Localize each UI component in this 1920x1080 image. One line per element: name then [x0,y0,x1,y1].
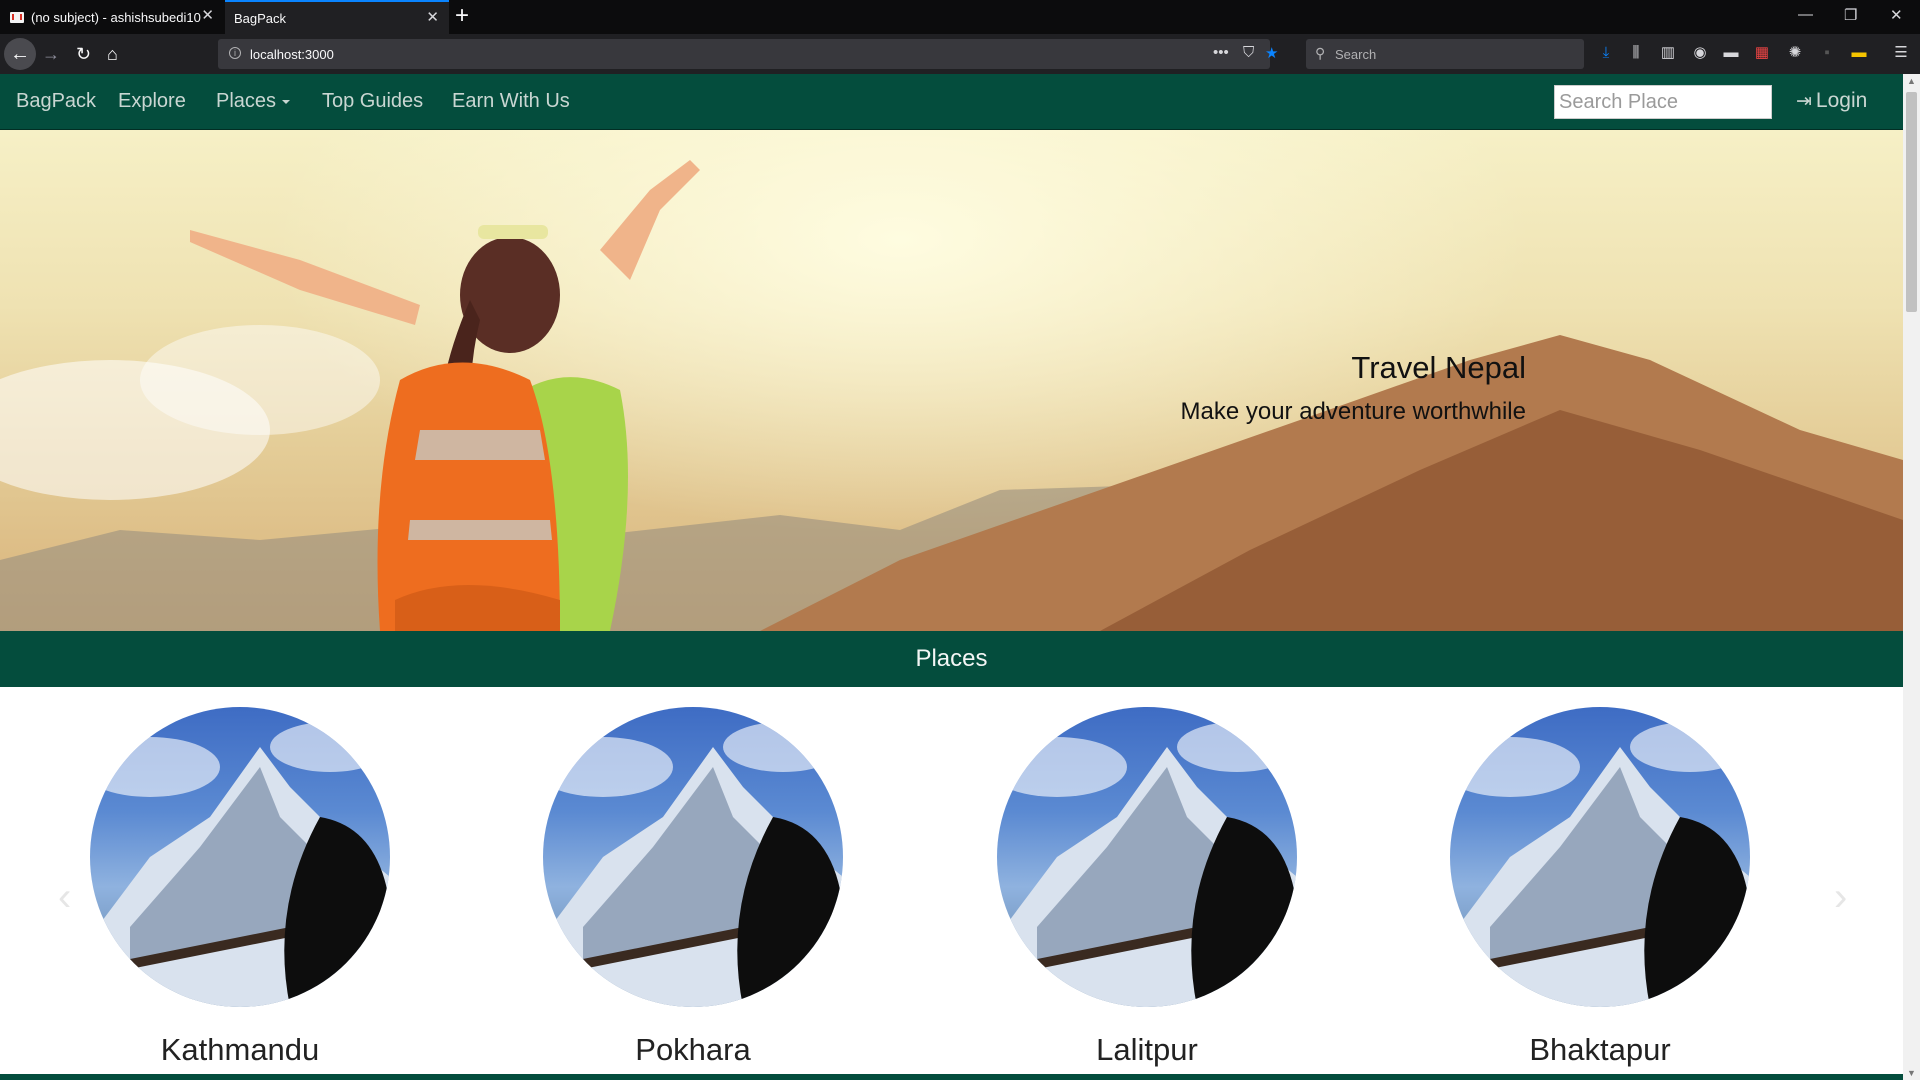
page-actions-icon[interactable]: ••• [1213,44,1229,61]
close-tab-icon[interactable]: ✕ [426,10,439,26]
minimize-icon[interactable]: — [1798,6,1813,23]
carousel-prev-icon[interactable]: ‹ [58,877,71,917]
pocket-icon[interactable]: ⛉ [1243,44,1254,61]
mountain-bridge-image [997,722,1297,1007]
place-name[interactable]: Pokhara [493,1032,893,1068]
place-image [543,707,843,1007]
sidebar-icon[interactable]: ▥ [1659,44,1677,62]
url-text: localhost:3000 [250,47,334,62]
url-bar[interactable]: i localhost:3000 ••• ⛉ ★ [218,39,1278,69]
site-navbar: BagPack Explore Places Top Guides Earn W… [0,74,1903,130]
scroll-down-icon[interactable]: ▼ [1907,1068,1916,1078]
page-scrollbar[interactable]: ▲ ▼ [1903,74,1920,1080]
browser-tab-bagpack[interactable]: BagPack ✕ [225,0,449,34]
scrollbar-thumb[interactable] [1906,92,1917,312]
section-divider [0,1074,1903,1080]
browser-tab-gmail[interactable]: (no subject) - ashishsubedi10@ ✕ [0,0,224,34]
login-icon: ⇥ [1796,91,1812,112]
library-icon[interactable]: ⫼ [1627,44,1645,62]
place-image [1450,707,1750,1007]
places-carousel: ‹ › Kathmandu Pokhara Lalitpur Bhaktapur [0,687,1903,1080]
home-icon[interactable]: ⌂ [107,42,118,66]
place-card-lalitpur[interactable]: Lalitpur [997,707,1297,1067]
nav-top-guides[interactable]: Top Guides [322,89,423,113]
caret-down-icon [282,99,291,104]
place-name[interactable]: Kathmandu [40,1032,440,1068]
search-icon: ⚲ [1315,45,1326,61]
scroll-up-icon[interactable]: ▲ [1907,76,1916,86]
page-viewport: BagPack Explore Places Top Guides Earn W… [0,74,1903,1080]
download-icon[interactable]: ⤓ [1597,44,1615,62]
mountain-bridge-image [543,722,843,1007]
new-tab-button[interactable]: + [455,3,469,29]
browser-tab-bar: (no subject) - ashishsubedi10@ ✕ BagPack… [0,0,1920,34]
nav-places-label: Places [216,90,277,112]
extension-icon[interactable]: ✺ [1786,44,1804,62]
menu-icon[interactable]: ☰ [1892,44,1910,62]
carousel-next-icon[interactable]: › [1834,877,1847,917]
search-place-input[interactable] [1554,85,1772,119]
place-image [90,707,390,1007]
nav-explore[interactable]: Explore [118,89,186,113]
brand-link[interactable]: BagPack [16,89,96,113]
tab-title: BagPack [234,10,287,26]
reload-icon[interactable]: ↻ [76,42,91,66]
tab-title: (no subject) - ashishsubedi10@ [31,9,201,25]
places-heading: Places [0,631,1903,687]
site-info-icon[interactable]: i [229,47,241,59]
back-arrow-icon[interactable]: ← [4,38,36,70]
extension-icon[interactable]: ▬ [1722,44,1740,62]
place-card-pokhara[interactable]: Pokhara [543,707,843,1067]
search-placeholder: Search [1335,47,1377,62]
forward-arrow-icon[interactable]: → [42,42,60,66]
place-name[interactable]: Bhaktapur [1400,1032,1800,1068]
extension-icon[interactable]: ▦ [1753,44,1771,62]
close-window-icon[interactable]: ✕ [1890,6,1903,24]
place-card-bhaktapur[interactable]: Bhaktapur [1450,707,1750,1067]
gmail-icon [10,11,24,23]
restore-icon[interactable]: ❐ [1844,6,1857,24]
hero-subtitle: Make your adventure worthwhile [1180,398,1526,425]
login-label: Login [1815,89,1868,112]
bookmark-star-icon[interactable]: ★ [1265,44,1278,62]
place-image [997,707,1297,1007]
hero-banner: Travel Nepal Make your adventure worthwh… [0,130,1903,631]
place-name[interactable]: Lalitpur [947,1032,1347,1068]
close-tab-icon[interactable]: ✕ [201,8,214,24]
hero-image [0,160,1903,631]
nav-places-dropdown[interactable]: Places [216,89,291,113]
nav-earn-with-us[interactable]: Earn With Us [452,89,570,113]
extension-icon[interactable]: ▪ [1818,44,1836,62]
mountain-bridge-image [90,722,390,1007]
login-link[interactable]: ⇥ Login [1796,89,1867,114]
extension-icon[interactable]: ▬ [1850,44,1868,62]
place-card-kathmandu[interactable]: Kathmandu [90,707,390,1067]
browser-search-bar[interactable]: ⚲ Search [1306,39,1584,69]
browser-toolbar: ← → ↻ ⌂ i localhost:3000 ••• ⛉ ★ ⚲ Searc… [0,34,1920,74]
extension-icon[interactable]: ◉ [1691,44,1709,62]
hero-title: Travel Nepal [1351,350,1526,385]
mountain-bridge-image [1450,722,1750,1007]
